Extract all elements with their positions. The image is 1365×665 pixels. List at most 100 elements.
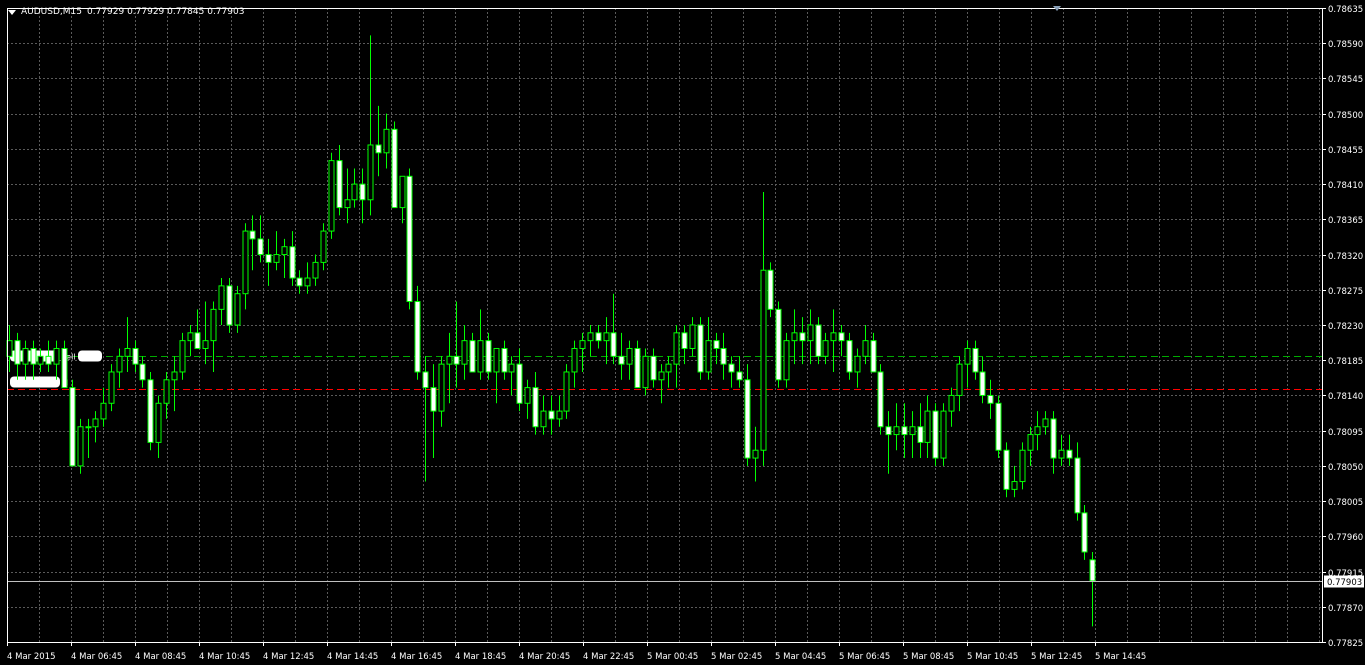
candle-body-bull bbox=[383, 128, 390, 154]
candle-body-bull bbox=[783, 340, 790, 381]
y-tick-label: 0.78455 bbox=[1328, 146, 1363, 156]
candle-body-bull bbox=[524, 387, 531, 404]
candle-body-bull bbox=[752, 449, 759, 459]
x-tick-label: 4 Mar 22:45 bbox=[583, 652, 634, 662]
candle-body-bear bbox=[139, 363, 146, 381]
x-tick-label: 5 Mar 06:45 bbox=[839, 652, 890, 662]
candle-body-bear bbox=[1003, 449, 1010, 490]
candle-body-bear bbox=[30, 347, 37, 365]
candle-body-bull bbox=[1034, 426, 1041, 436]
candle-body-bear bbox=[1050, 418, 1057, 459]
candle-body-bear bbox=[972, 347, 979, 373]
candle-body-bear bbox=[1066, 449, 1073, 459]
candle-body-bull bbox=[493, 347, 500, 373]
x-tick-label: 5 Mar 14:45 bbox=[1095, 652, 1146, 662]
candle-body-bull bbox=[438, 363, 445, 412]
candle-body-bear bbox=[728, 363, 735, 373]
candle-body-bull bbox=[956, 363, 963, 396]
candle-body-bull bbox=[304, 277, 311, 287]
candle-body-bear bbox=[595, 332, 602, 342]
candle-body-bull bbox=[791, 332, 798, 342]
candle-body-bull bbox=[893, 426, 900, 436]
candle-body-bear bbox=[1089, 559, 1096, 582]
symbol-label: AUDUSD,M15 bbox=[21, 7, 82, 17]
candle-body-bull bbox=[108, 371, 115, 404]
candle-body-bull bbox=[77, 426, 84, 467]
candle-body-bull bbox=[1042, 418, 1049, 428]
chart-header: AUDUSD,M15 0.77929 0.77929 0.77845 0.779… bbox=[8, 4, 244, 20]
candle-body-bull bbox=[603, 332, 610, 342]
y-tick-label: 0.78140 bbox=[1328, 392, 1363, 402]
x-tick-label: 5 Mar 00:45 bbox=[647, 652, 698, 662]
candle-body-bear bbox=[359, 183, 366, 201]
candle-body-bull bbox=[218, 285, 225, 310]
candle-body-bull bbox=[1019, 449, 1026, 483]
candle-body-bear bbox=[838, 332, 845, 342]
y-tick-label: 0.78230 bbox=[1328, 322, 1363, 332]
candle-body-bull bbox=[477, 340, 484, 373]
candle-body-bull bbox=[92, 418, 99, 428]
candle-body-bear bbox=[45, 355, 52, 365]
candle-body-bull bbox=[312, 261, 319, 279]
x-tick-label: 5 Mar 10:45 bbox=[967, 652, 1018, 662]
y-tick-label: 0.78410 bbox=[1328, 181, 1363, 191]
candle-body-bull bbox=[571, 347, 578, 373]
candle-body-bull bbox=[924, 410, 931, 443]
candle-body-bear bbox=[901, 426, 908, 436]
x-tick-label: 4 Mar 16:45 bbox=[391, 652, 442, 662]
candle-body-bear bbox=[720, 347, 727, 365]
candle-body-bull bbox=[124, 347, 131, 357]
candle-body-bull bbox=[155, 402, 162, 443]
candle-body-bear bbox=[469, 340, 476, 373]
y-tick-label: 0.77870 bbox=[1328, 604, 1363, 614]
candle-body-bull bbox=[163, 379, 170, 404]
candle-body-bear bbox=[532, 387, 539, 428]
candle-body-bull bbox=[540, 410, 547, 428]
candle-body-bull bbox=[320, 230, 327, 263]
candle-body-bull bbox=[367, 144, 374, 201]
x-tick-label: 5 Mar 02:45 bbox=[711, 652, 762, 662]
candle-body-bear bbox=[14, 340, 21, 365]
candle-body-bear bbox=[69, 387, 76, 467]
x-tick-label: 4 Mar 08:45 bbox=[135, 652, 186, 662]
candle-body-bear bbox=[147, 379, 154, 443]
candle-body-bear bbox=[391, 128, 398, 209]
grid bbox=[7, 8, 1322, 643]
candle-body-bear bbox=[548, 410, 555, 420]
x-tick-label: 4 Mar 12:45 bbox=[263, 652, 314, 662]
candle-body-bull bbox=[85, 426, 92, 429]
candle-body-bear bbox=[697, 324, 704, 373]
candle-body-bull bbox=[760, 269, 767, 451]
candle-body-bull bbox=[171, 371, 178, 381]
candle-body-bull bbox=[399, 175, 406, 209]
candle-body-bear bbox=[736, 371, 743, 381]
candle-body-bear bbox=[767, 269, 774, 310]
candle-body-bear bbox=[1074, 457, 1081, 514]
chart-window[interactable]: AUDUSD,M15 0.77929 0.77929 0.77845 0.779… bbox=[0, 0, 1365, 665]
candle-body-bull bbox=[964, 347, 971, 365]
candle-body-bear bbox=[650, 355, 657, 381]
collapse-triangle-icon[interactable] bbox=[8, 9, 16, 15]
candle-body-bull bbox=[705, 340, 712, 373]
candle-body-bear bbox=[485, 340, 492, 373]
candle-body-bear bbox=[61, 347, 68, 389]
x-tick-label: 4 Mar 06:45 bbox=[71, 652, 122, 662]
candlestick-chart[interactable]: sellsl 0.78635 0.78590 0.78545 0.78500 0.784… bbox=[0, 0, 1365, 665]
candle-body-bull bbox=[1027, 434, 1034, 451]
candle-body-bear bbox=[289, 246, 296, 279]
candle-body-bear bbox=[713, 340, 720, 349]
candle-body-bull bbox=[909, 426, 916, 436]
order-lines: sellsl bbox=[7, 350, 1322, 390]
candle-body-bear bbox=[453, 355, 460, 365]
candle-body-bear bbox=[846, 340, 853, 373]
candle-body-bull bbox=[948, 394, 955, 412]
redacted-label-block bbox=[78, 350, 102, 362]
candle-body-bull bbox=[626, 347, 633, 365]
x-tick-label: 4 Mar 2015 bbox=[7, 652, 55, 662]
x-tick-label: 4 Mar 14:45 bbox=[327, 652, 378, 662]
y-tick-label: 0.78005 bbox=[1328, 498, 1363, 508]
candle-body-bull bbox=[1011, 481, 1018, 490]
y-tick-label: 0.78095 bbox=[1328, 428, 1363, 438]
candle-body-bull bbox=[579, 340, 586, 349]
candle-body-bear bbox=[987, 394, 994, 404]
